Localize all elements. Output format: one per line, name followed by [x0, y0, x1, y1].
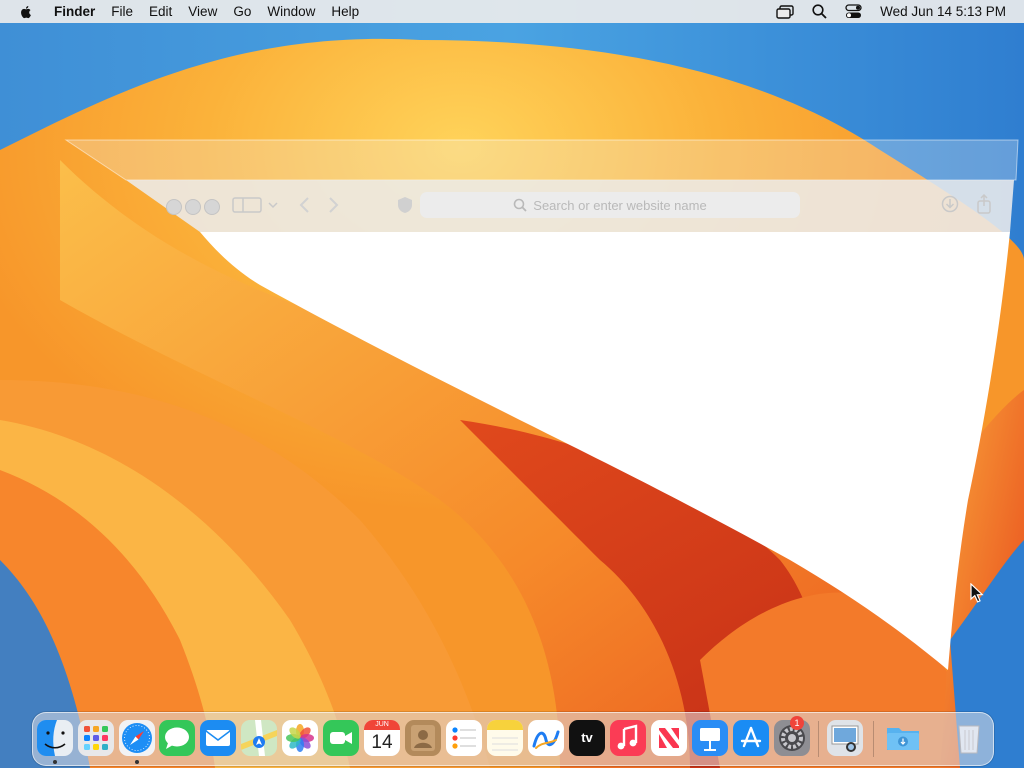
zoom-button[interactable] — [204, 199, 220, 215]
finder-icon — [37, 720, 73, 756]
news-icon — [651, 720, 687, 756]
dock-app-store[interactable] — [733, 720, 769, 756]
dock-music[interactable] — [610, 720, 646, 756]
dock-maps[interactable] — [241, 720, 277, 756]
keynote-icon — [692, 720, 728, 756]
menu-help[interactable]: Help — [323, 0, 367, 23]
dock-freeform[interactable] — [528, 720, 564, 756]
dock-trash[interactable] — [951, 720, 987, 756]
safari-window-genie[interactable] — [0, 0, 1024, 768]
dock-safari[interactable] — [119, 720, 155, 756]
trash-icon — [958, 725, 980, 754]
sidebar-toggle-icon[interactable] — [232, 196, 278, 214]
freeform-icon — [528, 720, 564, 756]
forward-icon[interactable] — [326, 196, 340, 214]
screen-mirroring-icon[interactable] — [776, 4, 794, 20]
dock-separator — [818, 721, 819, 757]
mouse-pointer-icon — [970, 583, 984, 603]
calendar-day: 14 — [371, 732, 393, 753]
launchpad-icon — [78, 720, 114, 756]
app-store-icon — [733, 720, 769, 756]
minimize-button[interactable] — [185, 199, 201, 215]
tv-label: tv — [581, 730, 593, 745]
dock-news[interactable] — [651, 720, 687, 756]
messages-icon — [159, 720, 195, 756]
maps-icon — [241, 720, 277, 756]
close-button[interactable] — [166, 199, 182, 215]
dock-calendar[interactable]: JUN 14 — [364, 720, 400, 756]
apple-menu-icon[interactable] — [18, 4, 34, 20]
menu-window[interactable]: Window — [259, 0, 323, 23]
control-center-icon[interactable] — [844, 4, 862, 20]
address-search-field[interactable]: Search or enter website name — [420, 192, 800, 218]
menu-bar: Finder File Edit View Go Window Help Wed… — [0, 0, 1024, 23]
music-icon — [610, 720, 646, 756]
dock-facetime[interactable] — [323, 720, 359, 756]
desktop: Search or enter website name Finder File… — [0, 0, 1024, 768]
dock-mail[interactable] — [200, 720, 236, 756]
dock: JUN 14 tv — [32, 712, 994, 766]
search-icon — [513, 198, 527, 212]
dock-messages[interactable] — [159, 720, 195, 756]
dock-downloads-folder[interactable] — [885, 720, 921, 756]
dock-finder[interactable] — [37, 720, 73, 756]
dock-notes[interactable] — [487, 720, 523, 756]
share-icon[interactable] — [976, 194, 992, 214]
menu-edit[interactable]: Edit — [141, 0, 180, 23]
dock-tv[interactable]: tv — [569, 720, 605, 756]
dock-keynote[interactable] — [692, 720, 728, 756]
back-icon[interactable] — [298, 196, 312, 214]
menu-view[interactable]: View — [180, 0, 225, 23]
menu-app-name[interactable]: Finder — [46, 0, 103, 23]
downloads-icon[interactable] — [941, 195, 959, 213]
dock-launchpad[interactable] — [78, 720, 114, 756]
safari-icon — [119, 720, 155, 756]
notes-icon — [487, 720, 523, 756]
dock-separator-2 — [873, 721, 874, 757]
spotlight-search-icon[interactable] — [810, 4, 828, 20]
menu-file[interactable]: File — [103, 0, 141, 23]
privacy-shield-icon[interactable] — [396, 196, 414, 214]
mail-icon — [200, 720, 236, 756]
finder-running-indicator — [53, 760, 57, 764]
settings-notification-badge: 1 — [790, 716, 804, 730]
safari-running-indicator — [135, 760, 139, 764]
facetime-icon — [323, 720, 359, 756]
dock-photos[interactable] — [282, 720, 318, 756]
dock-contacts[interactable] — [405, 720, 441, 756]
menu-clock[interactable]: Wed Jun 14 5:13 PM — [880, 4, 1006, 19]
preview-icon — [827, 720, 863, 756]
reminders-icon — [446, 720, 482, 756]
menu-go[interactable]: Go — [225, 0, 259, 23]
contacts-icon — [405, 720, 441, 756]
photos-icon — [282, 720, 318, 756]
search-placeholder: Search or enter website name — [533, 197, 707, 213]
dock-reminders[interactable] — [446, 720, 482, 756]
dock-preview[interactable] — [827, 720, 863, 756]
downloads-folder-icon — [887, 728, 919, 750]
